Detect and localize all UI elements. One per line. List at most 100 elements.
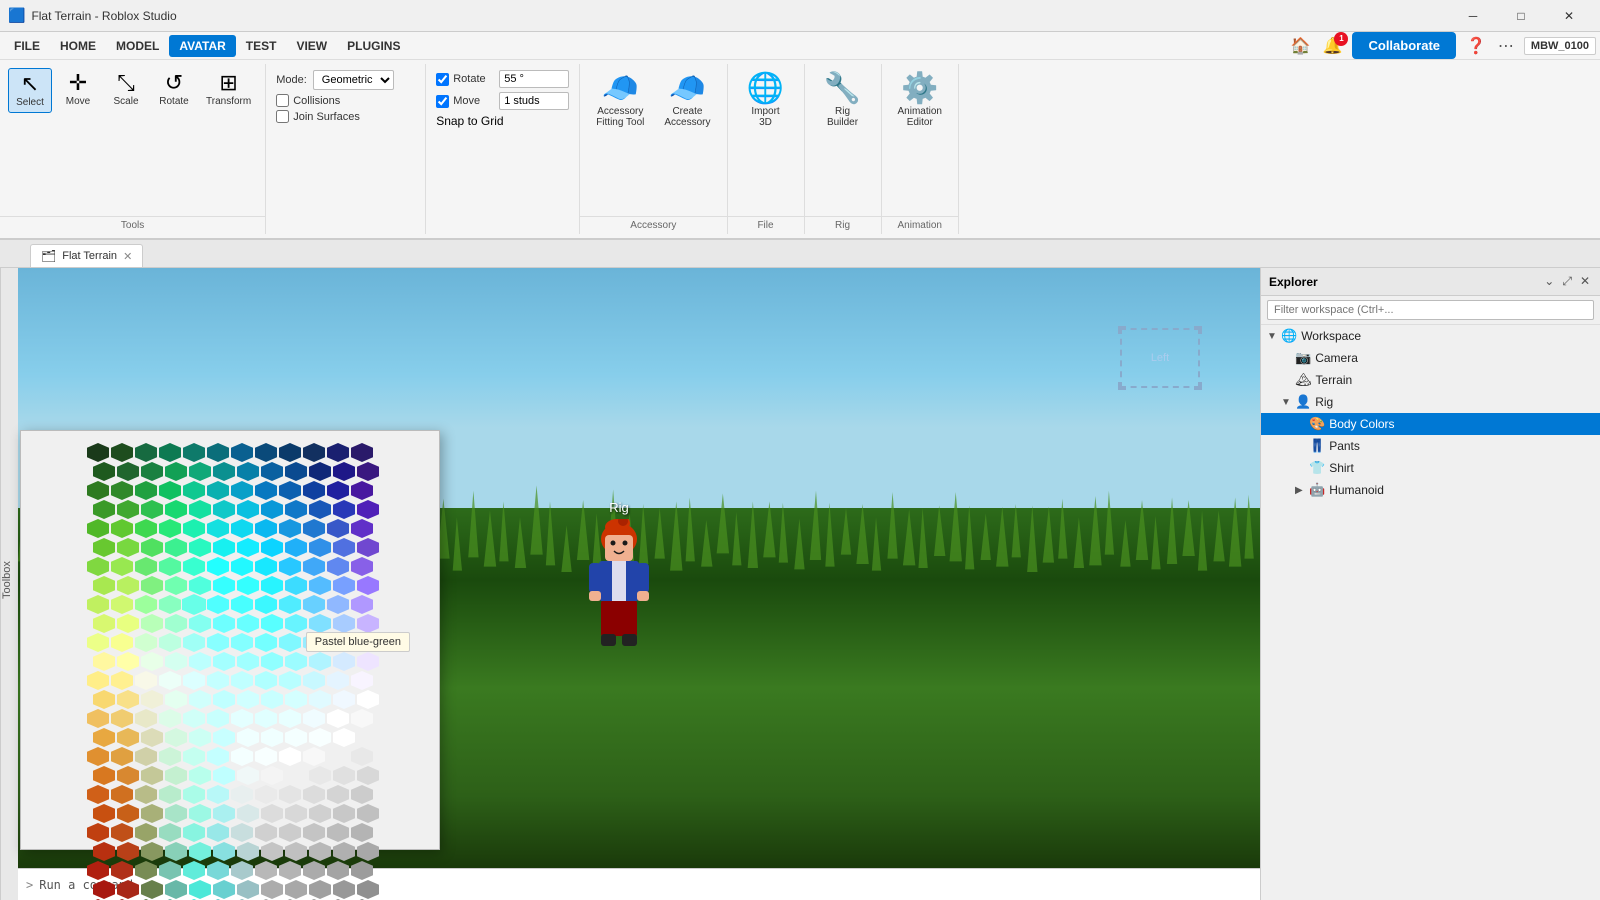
- hex-color-14-7[interactable]: [255, 709, 277, 728]
- tab-close-button[interactable]: ✕: [123, 250, 132, 263]
- hex-color-4-9[interactable]: [303, 519, 325, 538]
- hex-color-17-0[interactable]: [93, 766, 115, 785]
- hex-color-6-10[interactable]: [327, 557, 349, 576]
- hex-color-8-0[interactable]: [87, 595, 109, 614]
- hex-color-20-7[interactable]: [255, 823, 277, 842]
- hex-color-20-1[interactable]: [111, 823, 133, 842]
- accessory-fitting-tool-button[interactable]: 🧢 Accessory Fitting Tool: [588, 68, 652, 134]
- hex-color-13-4[interactable]: [189, 690, 211, 709]
- hex-color-23-2[interactable]: [141, 880, 163, 899]
- hex-color-4-10[interactable]: [327, 519, 349, 538]
- hex-color-0-11[interactable]: [351, 443, 373, 462]
- flat-terrain-tab[interactable]: 🗂 Flat Terrain ✕: [30, 244, 143, 267]
- hex-color-6-0[interactable]: [87, 557, 109, 576]
- hex-color-16-11[interactable]: [351, 747, 373, 766]
- hex-color-3-4[interactable]: [189, 500, 211, 519]
- hex-color-21-3[interactable]: [165, 842, 187, 861]
- hex-color-12-9[interactable]: [303, 671, 325, 690]
- hex-color-17-11[interactable]: [357, 766, 379, 785]
- hex-color-7-2[interactable]: [141, 576, 163, 595]
- hex-color-9-9[interactable]: [309, 614, 331, 633]
- hex-color-16-0[interactable]: [87, 747, 109, 766]
- hex-color-17-1[interactable]: [117, 766, 139, 785]
- hex-color-5-1[interactable]: [117, 538, 139, 557]
- hex-color-16-2[interactable]: [135, 747, 157, 766]
- hex-color-6-5[interactable]: [207, 557, 229, 576]
- hex-color-11-6[interactable]: [237, 652, 259, 671]
- hex-color-12-0[interactable]: [87, 671, 109, 690]
- hex-color-18-0[interactable]: [87, 785, 109, 804]
- hex-color-10-8[interactable]: [279, 633, 301, 652]
- hex-color-14-9[interactable]: [303, 709, 325, 728]
- hex-color-8-10[interactable]: [327, 595, 349, 614]
- hex-color-21-0[interactable]: [93, 842, 115, 861]
- hex-color-8-5[interactable]: [207, 595, 229, 614]
- hex-color-9-8[interactable]: [285, 614, 307, 633]
- hex-color-16-8[interactable]: [279, 747, 301, 766]
- hex-color-17-8[interactable]: [285, 766, 307, 785]
- hex-color-22-1[interactable]: [111, 861, 133, 880]
- hex-color-0-0[interactable]: [87, 443, 109, 462]
- hex-color-13-9[interactable]: [309, 690, 331, 709]
- hex-color-6-8[interactable]: [279, 557, 301, 576]
- hex-color-9-0[interactable]: [93, 614, 115, 633]
- hex-color-19-8[interactable]: [285, 804, 307, 823]
- hex-color-8-4[interactable]: [182, 594, 206, 615]
- hex-color-19-5[interactable]: [213, 804, 235, 823]
- hex-color-3-2[interactable]: [141, 500, 163, 519]
- hex-color-0-4[interactable]: [183, 443, 205, 462]
- hex-color-7-8[interactable]: [285, 576, 307, 595]
- hex-color-15-1[interactable]: [117, 728, 139, 747]
- hex-color-12-7[interactable]: [255, 671, 277, 690]
- hex-color-14-10[interactable]: [327, 709, 349, 728]
- menu-test[interactable]: TEST: [236, 35, 287, 57]
- hex-color-5-5[interactable]: [213, 538, 235, 557]
- hex-color-21-6[interactable]: [237, 842, 259, 861]
- transform-tool[interactable]: ⊞ Transform: [200, 68, 257, 111]
- hex-color-7-9[interactable]: [309, 576, 331, 595]
- hex-color-22-11[interactable]: [351, 861, 373, 880]
- hex-color-18-8[interactable]: [279, 785, 301, 804]
- hex-color-15-8[interactable]: [285, 728, 307, 747]
- hex-color-9-4[interactable]: [189, 614, 211, 633]
- hex-color-3-8[interactable]: [285, 500, 307, 519]
- hex-color-0-8[interactable]: [279, 443, 301, 462]
- snap-move-input[interactable]: [499, 92, 569, 110]
- hex-color-18-9[interactable]: [303, 785, 325, 804]
- hex-color-4-0[interactable]: [87, 519, 109, 538]
- hex-color-20-0[interactable]: [87, 823, 109, 842]
- hex-color-23-7[interactable]: [261, 880, 283, 899]
- hex-color-16-3[interactable]: [159, 747, 181, 766]
- hex-color-21-9[interactable]: [309, 842, 331, 861]
- hex-color-16-7[interactable]: [255, 747, 277, 766]
- menu-plugins[interactable]: PLUGINS: [337, 35, 410, 57]
- hex-color-10-5[interactable]: [207, 633, 229, 652]
- hex-color-8-8[interactable]: [279, 595, 301, 614]
- hex-color-15-2[interactable]: [141, 728, 163, 747]
- hex-color-21-8[interactable]: [285, 842, 307, 861]
- hex-color-17-7[interactable]: [261, 766, 283, 785]
- hex-color-7-10[interactable]: [333, 576, 355, 595]
- hex-color-22-6[interactable]: [231, 861, 253, 880]
- hex-color-4-6[interactable]: [231, 519, 253, 538]
- hex-color-14-3[interactable]: [159, 709, 181, 728]
- hex-color-1-3[interactable]: [165, 462, 187, 481]
- hex-color-8-1[interactable]: [111, 595, 133, 614]
- hex-color-18-3[interactable]: [159, 785, 181, 804]
- hex-color-12-2[interactable]: [135, 671, 157, 690]
- hex-color-22-3[interactable]: [159, 861, 181, 880]
- hex-color-19-9[interactable]: [309, 804, 331, 823]
- hex-color-1-6[interactable]: [237, 462, 259, 481]
- hex-color-15-7[interactable]: [261, 728, 283, 747]
- hex-color-4-5[interactable]: [207, 519, 229, 538]
- hex-color-0-9[interactable]: [303, 443, 325, 462]
- hex-color-17-10[interactable]: [333, 766, 355, 785]
- hex-color-18-10[interactable]: [327, 785, 349, 804]
- hex-color-2-10[interactable]: [327, 481, 349, 500]
- hex-color-11-3[interactable]: [165, 652, 187, 671]
- hex-color-1-1[interactable]: [117, 462, 139, 481]
- hex-color-19-2[interactable]: [141, 804, 163, 823]
- hex-color-14-8[interactable]: [279, 709, 301, 728]
- hex-color-1-8[interactable]: [285, 462, 307, 481]
- snap-move-checkbox[interactable]: [436, 95, 449, 108]
